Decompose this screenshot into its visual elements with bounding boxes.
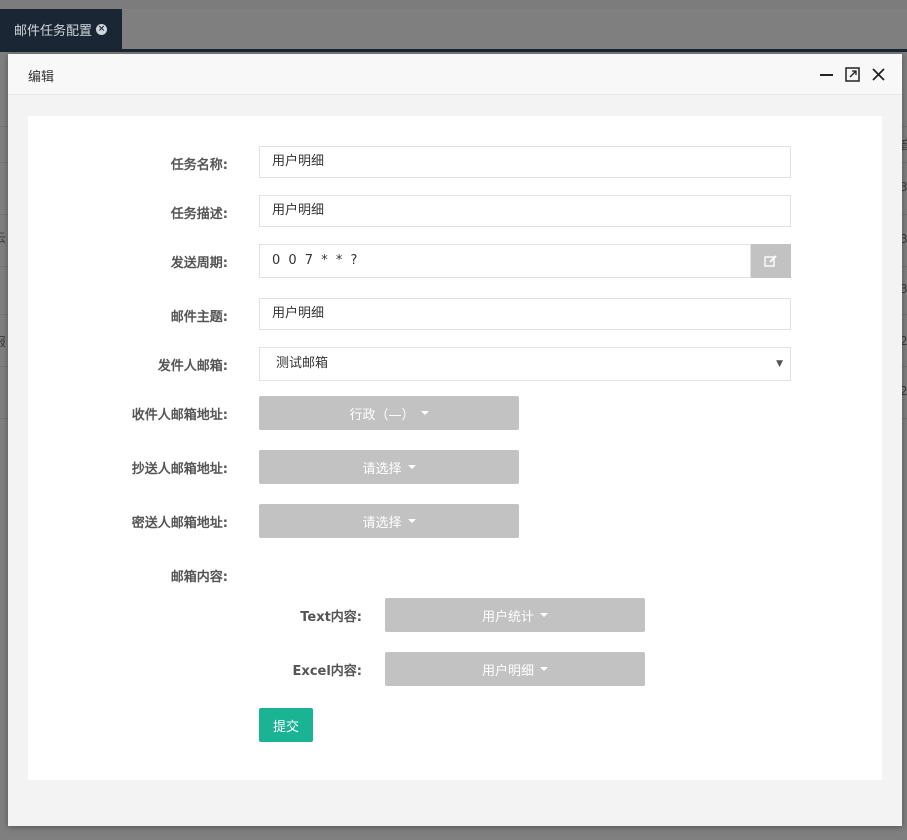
caret-down-icon	[407, 519, 416, 523]
edit-icon	[764, 255, 777, 267]
subject-label: 邮件主题:	[170, 310, 228, 325]
bg-text: 云	[0, 231, 7, 245]
edit-modal: 编辑 任务名称: 用户明细 任务描述: 用户明细 发送周期: 0 0 7 * *…	[8, 54, 902, 826]
sender-select[interactable]: 测试邮箱 ▼	[259, 347, 791, 381]
to-dropdown[interactable]: 行政（—）	[259, 396, 519, 430]
text-content-dropdown[interactable]: 用户统计	[385, 598, 645, 632]
cc-dropdown[interactable]: 请选择	[259, 450, 519, 484]
cc-selected: 请选择	[362, 461, 402, 477]
caret-down-icon	[407, 465, 416, 469]
tab-close-icon[interactable]: ×	[96, 23, 108, 35]
sender-label: 发件人邮箱:	[157, 359, 228, 374]
bcc-selected: 请选择	[362, 515, 402, 531]
bg-text: 报	[0, 335, 7, 349]
task-desc-input[interactable]: 用户明细	[259, 195, 791, 227]
modal-title: 编辑	[28, 70, 55, 85]
text-content-selected: 用户统计	[481, 609, 534, 625]
cron-input[interactable]: 0 0 7 * * ?	[259, 244, 751, 278]
sender-selected: 测试邮箱	[276, 356, 329, 371]
tab-label: 邮件任务配置	[14, 23, 93, 39]
submit-button[interactable]: 提交	[259, 708, 313, 742]
chevron-down-icon: ▼	[776, 359, 783, 369]
tab-bar: 邮件任务配置 ×	[0, 9, 907, 50]
text-content-label: Text内容:	[300, 610, 362, 625]
cron-label: 发送周期:	[170, 256, 228, 271]
to-selected: 行政（—）	[349, 407, 415, 423]
modal-header: 编辑	[8, 54, 902, 95]
task-name-label: 任务名称:	[170, 158, 228, 173]
excel-content-selected: 用户明细	[481, 663, 534, 679]
top-bar	[0, 0, 907, 9]
minimize-icon[interactable]	[819, 67, 834, 82]
bcc-dropdown[interactable]: 请选择	[259, 504, 519, 538]
task-name-input[interactable]: 用户明细	[259, 146, 791, 178]
bcc-label: 密送人邮箱地址:	[131, 516, 228, 531]
cron-edit-button[interactable]	[751, 244, 791, 278]
cc-label: 抄送人邮箱地址:	[131, 462, 228, 477]
edit-form: 任务名称: 用户明细 任务描述: 用户明细 发送周期: 0 0 7 * * ? …	[28, 116, 882, 780]
caret-down-icon	[420, 411, 429, 415]
caret-down-icon	[540, 613, 548, 617]
subject-input[interactable]: 用户明细	[259, 298, 791, 330]
caret-down-icon	[540, 667, 548, 671]
excel-content-label: Excel内容:	[292, 664, 362, 679]
to-label: 收件人邮箱地址:	[131, 408, 228, 423]
maximize-icon[interactable]	[845, 67, 860, 82]
close-icon[interactable]	[871, 67, 886, 82]
task-desc-label: 任务描述:	[170, 207, 228, 222]
excel-content-dropdown[interactable]: 用户明细	[385, 652, 645, 686]
content-label: 邮箱内容:	[170, 570, 228, 585]
tab-mail-task-config[interactable]: 邮件任务配置 ×	[0, 9, 122, 49]
